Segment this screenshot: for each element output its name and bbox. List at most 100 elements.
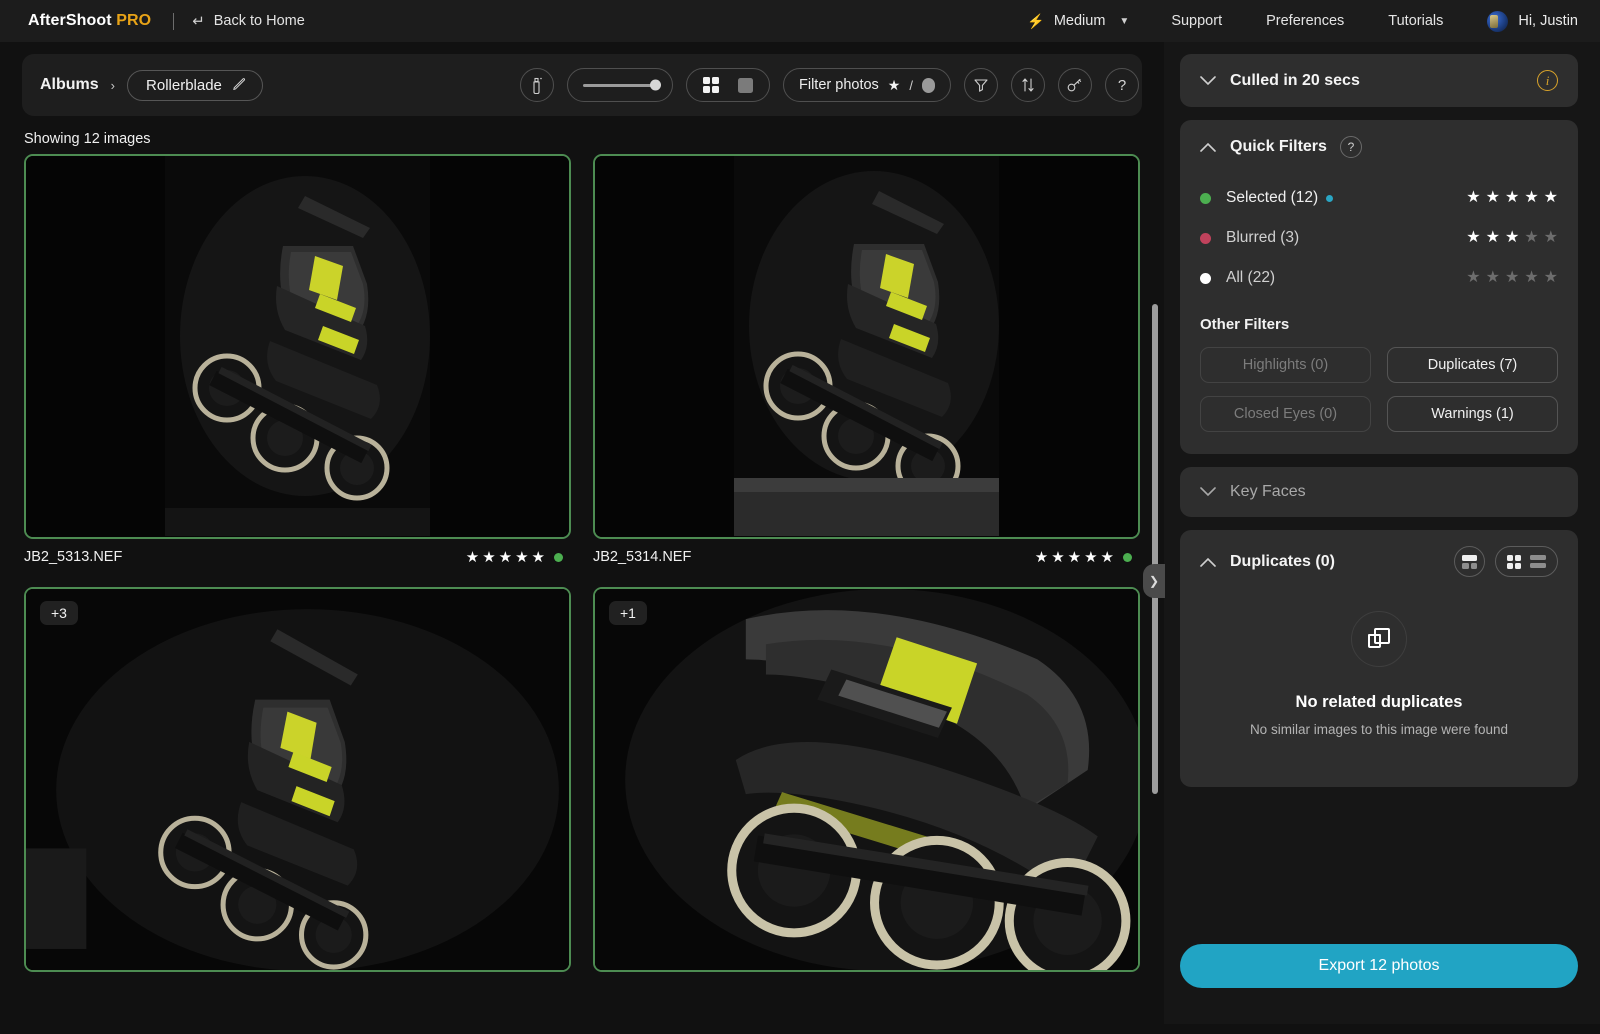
star-icon[interactable]: ★ (1544, 270, 1558, 286)
brand-pro-tag: PRO (116, 12, 152, 29)
photo-rating-stars[interactable]: ★ ★ ★ ★ ★ (466, 550, 545, 565)
sort-arrows-icon[interactable] (1010, 68, 1045, 102)
top-navigation-right: ⚡ Medium ▼ Support Preferences Tutorials… (1027, 10, 1578, 32)
support-link[interactable]: Support (1171, 13, 1222, 29)
photo-rating-stars[interactable]: ★ ★ ★ ★ ★ (1035, 550, 1114, 565)
rating-stars[interactable]: ★ ★ ★ ★ ★ (1466, 230, 1558, 246)
culling-spray-icon[interactable] (520, 68, 554, 102)
chevron-up-icon[interactable] (1200, 557, 1218, 567)
toolbar-controls: Filter photos ★ / ? (520, 68, 1139, 102)
quick-filter-row-blurred[interactable]: Blurred (3) ★ ★ ★ ★ ★ (1200, 218, 1558, 258)
performance-mode-dropdown[interactable]: ⚡ Medium ▼ (1027, 13, 1129, 30)
quick-filter-row-all[interactable]: All (22) ★ ★ ★ ★ ★ (1200, 258, 1558, 298)
star-icon[interactable]: ★ (1486, 230, 1500, 246)
single-view-icon[interactable] (730, 72, 760, 98)
question-mark-icon[interactable]: ? (1104, 68, 1139, 102)
question-mark-icon[interactable]: ? (1339, 136, 1362, 158)
photo-thumbnail[interactable]: +3 (24, 587, 571, 972)
gallery-toolbar: Albums › Rollerblade Filter photos ★ / ? (22, 54, 1142, 116)
status-dot-selected (1200, 192, 1211, 204)
chip-highlights[interactable]: Highlights (0) (1200, 347, 1371, 383)
key-faces-header[interactable]: Key Faces (1180, 467, 1578, 517)
split-view-icon[interactable] (1454, 546, 1485, 577)
photo-cell: +3 (24, 587, 571, 972)
thumbnail-size-slider[interactable] (567, 68, 673, 102)
photo-thumbnail[interactable] (24, 154, 571, 539)
pencil-icon (233, 78, 245, 91)
star-icon[interactable]: ★ (1101, 550, 1114, 565)
slider-knob[interactable] (650, 79, 661, 91)
star-icon[interactable]: ★ (1486, 270, 1500, 286)
photo-thumbnail[interactable]: +1 (593, 587, 1140, 972)
top-navigation-bar: AfterShoot PRO ↵ Back to Home ⚡ Medium ▼… (0, 0, 1600, 42)
culled-card-header[interactable]: Culled in 20 secs i (1180, 54, 1578, 107)
chevron-down-icon[interactable] (1200, 75, 1218, 86)
star-icon[interactable]: ★ (1068, 550, 1081, 565)
star-icon[interactable]: ★ (1544, 230, 1558, 246)
filter-photos-button[interactable]: Filter photos ★ / (783, 68, 951, 102)
grid-view-icon[interactable] (696, 72, 726, 98)
funnel-filter-icon[interactable] (963, 68, 998, 102)
rating-stars[interactable]: ★ ★ ★ ★ ★ (1466, 270, 1558, 286)
breadcrumb-albums[interactable]: Albums (40, 76, 99, 94)
info-icon[interactable]: i (1537, 70, 1558, 91)
view-mode-toggle[interactable] (686, 68, 770, 102)
photo-grid-scroll-area[interactable]: JB2_5313.NEF ★ ★ ★ ★ ★ JB2_5314.NEF ★ ★ … (0, 154, 1164, 1034)
quick-filter-label: Selected (12) (1226, 189, 1319, 206)
star-icon[interactable]: ★ (532, 550, 545, 565)
tutorials-link[interactable]: Tutorials (1388, 13, 1443, 29)
export-photos-button[interactable]: Export 12 photos (1180, 944, 1578, 988)
sidebar-collapse-handle[interactable]: ❯ (1143, 564, 1165, 598)
shortcut-key-icon[interactable] (1057, 68, 1092, 102)
user-menu[interactable]: Hi, Justin (1487, 10, 1578, 32)
rating-stars[interactable]: ★ ★ ★ ★ ★ (1466, 190, 1558, 206)
rollerblade-photo-illustration (26, 589, 569, 970)
album-name-pill[interactable]: Rollerblade (127, 69, 263, 101)
duplicates-empty-title: No related duplicates (1295, 693, 1463, 711)
list-view-icon[interactable] (1530, 555, 1546, 568)
star-icon[interactable]: ★ (1505, 190, 1519, 206)
star-icon[interactable]: ★ (1466, 230, 1480, 246)
star-icon[interactable]: ★ (1466, 190, 1480, 206)
star-icon[interactable]: ★ (1524, 190, 1538, 206)
breadcrumb-separator: › (110, 77, 116, 93)
star-icon[interactable]: ★ (1544, 190, 1558, 206)
other-filters-chips: Highlights (0) Duplicates (7) Closed Eye… (1200, 347, 1558, 432)
chevron-down-icon[interactable] (1200, 487, 1218, 497)
duplicates-layout-toggle[interactable] (1495, 546, 1558, 577)
brand-name: AfterShoot (28, 12, 112, 29)
quick-filter-row-selected[interactable]: Selected (12) ★ ★ ★ ★ ★ (1200, 178, 1558, 218)
duplicates-view-toggles (1454, 546, 1558, 577)
star-icon[interactable]: ★ (1051, 550, 1064, 565)
back-to-home-button[interactable]: ↵ Back to Home (192, 12, 305, 30)
star-icon[interactable]: ★ (1524, 230, 1538, 246)
quick-filters-header[interactable]: Quick Filters ? (1180, 120, 1578, 174)
preferences-link[interactable]: Preferences (1266, 13, 1344, 29)
active-filter-dot (1326, 194, 1334, 202)
photo-image (595, 589, 1138, 970)
star-icon[interactable]: ★ (515, 550, 528, 565)
grid-view-icon[interactable] (1507, 554, 1521, 569)
chip-warnings[interactable]: Warnings (1) (1387, 396, 1558, 432)
star-icon[interactable]: ★ (1035, 550, 1048, 565)
star-icon[interactable]: ★ (466, 550, 479, 565)
star-icon: ★ (887, 76, 901, 93)
photo-thumbnail[interactable] (593, 154, 1140, 539)
star-icon[interactable]: ★ (482, 550, 495, 565)
chevron-up-icon[interactable] (1200, 142, 1218, 152)
chip-duplicates[interactable]: Duplicates (7) (1387, 347, 1558, 383)
star-icon[interactable]: ★ (499, 550, 512, 565)
chip-closed-eyes[interactable]: Closed Eyes (0) (1200, 396, 1371, 432)
star-icon[interactable]: ★ (1084, 550, 1097, 565)
other-filters-title: Other Filters (1200, 316, 1290, 333)
duplicates-header[interactable]: Duplicates (0) (1180, 530, 1578, 587)
star-icon[interactable]: ★ (1505, 270, 1519, 286)
star-icon[interactable]: ★ (1466, 270, 1480, 286)
gallery-scrollbar[interactable] (1152, 304, 1158, 794)
status-dot-blurred (1200, 232, 1211, 244)
star-icon[interactable]: ★ (1524, 270, 1538, 286)
bottom-strip (0, 1024, 1600, 1034)
star-icon[interactable]: ★ (1486, 190, 1500, 206)
quick-filters-body: Selected (12) ★ ★ ★ ★ ★ Blurred (3) ★ ★ … (1180, 174, 1578, 454)
star-icon[interactable]: ★ (1505, 230, 1519, 246)
